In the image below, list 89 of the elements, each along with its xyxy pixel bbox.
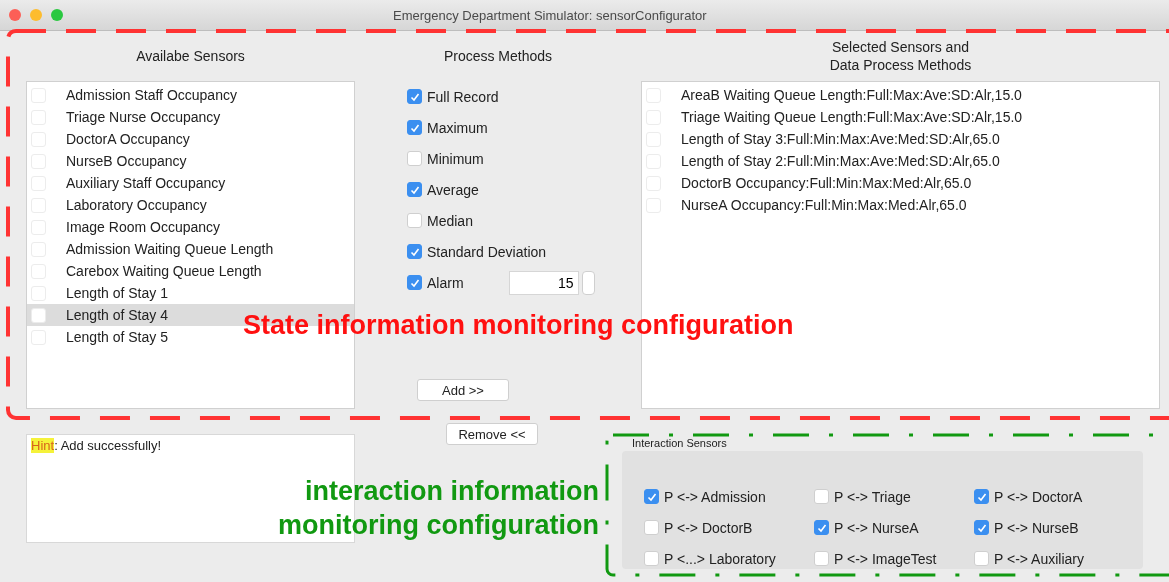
checkbox[interactable] [644, 489, 659, 504]
checkmark-icon [409, 277, 420, 288]
sensor-name: NurseB Occupancy [66, 153, 187, 169]
option-label: P <-> Admission [664, 488, 766, 505]
option-label: Minimum [427, 150, 484, 167]
sensor-name: Triage Nurse Occupancy [66, 109, 221, 125]
list-heading: Process Methods [442, 47, 554, 65]
sensor-name: Auxiliary Staff Occupancy [66, 175, 226, 191]
window-title: Emergency Department Simulator: sensorConfigurator [393, 7, 707, 23]
list-item[interactable]: Triage Waiting Queue Length:Full:Max:Ave:SD:Alr,15.0 [642, 106, 1159, 128]
checkbox[interactable] [407, 120, 422, 135]
sensor-name: Length of Stay 1 [66, 285, 168, 301]
checkmark-icon [409, 246, 420, 257]
list-item[interactable]: Image Room Occupancy [27, 216, 354, 238]
checkbox[interactable] [974, 489, 989, 504]
stepper-icon[interactable] [581, 270, 595, 295]
list-item[interactable]: DoctorA Occupancy [27, 128, 354, 150]
checkbox[interactable] [644, 551, 659, 566]
list-heading: Availabe Sensors [135, 47, 246, 65]
maximize-icon[interactable] [51, 9, 63, 21]
checkbox[interactable] [814, 551, 829, 566]
checkmark-icon [409, 184, 420, 195]
sensor-entry: DoctorB Occupancy:Full:Min:Max:Med:Alr,65.0 [681, 175, 972, 191]
option-label: P <-> DoctorA [994, 488, 1083, 505]
list-item[interactable]: NurseA Occupancy:Full:Min:Max:Med:Alr,65.0 [642, 194, 1159, 216]
list-item[interactable]: Length of Stay 2:Full:Min:Max:Ave:Med:SD:Alr,65.0 [642, 150, 1159, 172]
checkbox[interactable] [407, 89, 422, 104]
option-label: P <-> DoctorB [664, 519, 753, 536]
minimize-icon[interactable] [30, 9, 42, 21]
checkbox[interactable] [407, 275, 422, 290]
option-label: P <-> NurseB [994, 519, 1079, 536]
option-label: Alarm [427, 274, 464, 291]
checkbox[interactable] [407, 213, 422, 228]
alarm-field[interactable]: 15 [508, 270, 579, 295]
sensor-name: Length of Stay 5 [66, 329, 168, 345]
option-label: P <-> ImageTest [834, 550, 937, 567]
checkmark-icon [646, 491, 657, 502]
option-label: Median [427, 212, 473, 229]
sensor-entry: NurseA Occupancy:Full:Min:Max:Med:Alr,65.0 [681, 197, 967, 213]
sensor-name: Laboratory Occupancy [66, 197, 207, 213]
sensor-name: Carebox Waiting Queue Length [66, 263, 262, 279]
option-label: Average [427, 181, 479, 198]
sensor-name: Admission Waiting Queue Length [66, 241, 274, 257]
option-label: P <-> Auxiliary [994, 550, 1084, 567]
list-item[interactable]: Length of Stay 1 [27, 282, 354, 304]
hint-message: : Add successfully! [54, 438, 162, 453]
checkbox[interactable] [407, 244, 422, 259]
checkmark-icon [976, 522, 987, 533]
add-button[interactable]: Add >> [417, 379, 509, 401]
checkbox[interactable] [407, 182, 422, 197]
list-item[interactable]: Admission Waiting Queue Length [27, 238, 354, 260]
list-item[interactable]: Triage Nurse Occupancy [27, 106, 354, 128]
sensor-entry: AreaB Waiting Queue Length:Full:Max:Ave:SD:Alr,15.0 [681, 87, 1022, 103]
group-title: Interaction Sensors [632, 437, 728, 449]
checkbox[interactable] [814, 520, 829, 535]
list-item[interactable]: Auxiliary Staff Occupancy [27, 172, 354, 194]
sensor-entry: Length of Stay 3:Full:Min:Max:Ave:Med:SD:Alr,65.0 [681, 131, 1000, 147]
checkbox[interactable] [814, 489, 829, 504]
sensor-name: Length of Stay 4 [66, 307, 168, 323]
sensor-entry: Triage Waiting Queue Length:Full:Max:Ave:SD:Alr,15.0 [681, 109, 1023, 125]
sensor-name: Image Room Occupancy [66, 219, 221, 235]
option-label: Maximum [427, 119, 488, 136]
list-item[interactable]: Laboratory Occupancy [27, 194, 354, 216]
checkbox[interactable] [644, 520, 659, 535]
list-item[interactable]: AreaB Waiting Queue Length:Full:Max:Ave:SD:Alr,15.0 [642, 84, 1159, 106]
option-label: P <-> Triage [834, 488, 911, 505]
option-label: P <...> Laboratory [664, 550, 776, 567]
close-icon[interactable] [9, 9, 21, 21]
option-label: Full Record [427, 88, 499, 105]
list-item[interactable]: Length of Stay 3:Full:Min:Max:Ave:Med:SD:Alr,65.0 [642, 128, 1159, 150]
sensor-entry: Length of Stay 2:Full:Min:Max:Ave:Med:SD:Alr,65.0 [681, 153, 1000, 169]
list-item[interactable]: Carebox Waiting Queue Length [27, 260, 354, 282]
sensor-name: Admission Staff Occupancy [66, 87, 237, 103]
list-heading: Selected Sensors and Data Process Methods [828, 38, 973, 74]
remove-button[interactable]: Remove << [446, 423, 538, 445]
checkmark-icon [816, 522, 827, 533]
sensor-name: DoctorA Occupancy [66, 131, 190, 147]
checkmark-icon [409, 122, 420, 133]
annotation-text: interaction information monitoring configuration [278, 475, 599, 542]
checkbox[interactable] [407, 151, 422, 166]
option-label: P <-> NurseA [834, 519, 919, 536]
checkbox[interactable] [974, 520, 989, 535]
checkbox[interactable] [974, 551, 989, 566]
list-item[interactable]: Admission Staff Occupancy [27, 84, 354, 106]
list-item[interactable]: DoctorB Occupancy:Full:Min:Max:Med:Alr,65.0 [642, 172, 1159, 194]
checkmark-icon [976, 491, 987, 502]
option-label: Standard Deviation [427, 243, 547, 260]
list-item[interactable]: NurseB Occupancy [27, 150, 354, 172]
checkmark-icon [409, 91, 420, 102]
